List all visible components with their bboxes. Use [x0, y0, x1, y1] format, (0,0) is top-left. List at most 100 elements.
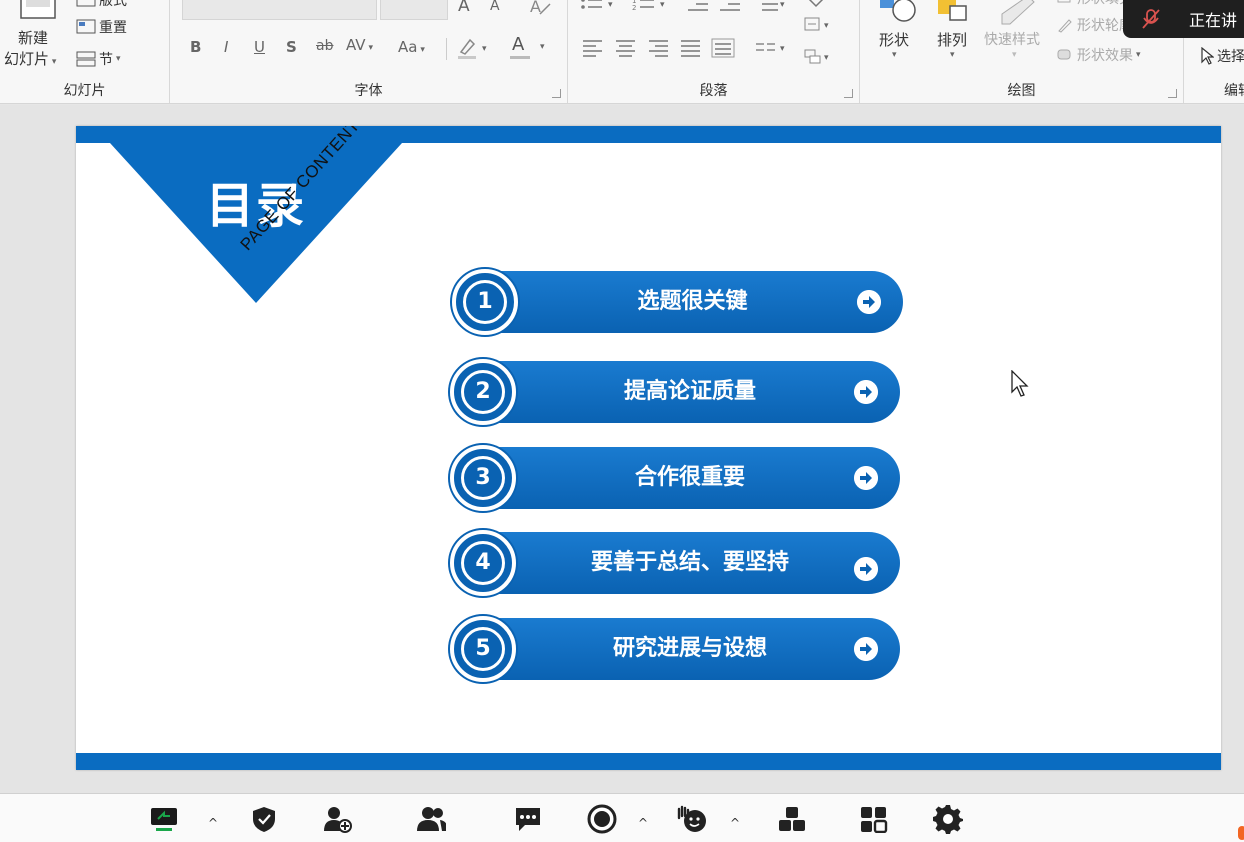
chevron-down-icon: ▾	[49, 57, 57, 67]
whiteboard-icon	[861, 807, 888, 833]
shapes-button[interactable]: 形状 ▾	[874, 0, 920, 70]
shape-effects-icon	[1057, 49, 1071, 60]
toc-item-number-badge: 4	[450, 530, 516, 596]
record-options-caret[interactable]: ^	[638, 816, 648, 830]
svg-text:▾: ▾	[608, 0, 613, 10]
italic-button[interactable]: I	[224, 38, 228, 56]
toc-item-pill: 研究进展与设想	[480, 618, 900, 680]
quick-styles-label: 快速样式	[984, 32, 1040, 48]
quick-styles-button[interactable]: 快速样式 ▾	[984, 0, 1052, 70]
svg-text:2: 2	[632, 4, 636, 12]
toc-item-pill: 合作很重要	[480, 447, 900, 509]
strikethrough-button[interactable]: ab	[316, 38, 333, 54]
chevron-down-icon: ▾	[892, 50, 897, 60]
toc-item-pill: 选题很关键	[482, 271, 903, 333]
highlight-button[interactable]: ▾	[456, 36, 496, 62]
section-label: 节	[99, 52, 113, 68]
settings-button[interactable]	[932, 804, 964, 834]
align-right-icon[interactable]	[648, 39, 670, 57]
chevron-down-icon: ▾	[365, 43, 373, 53]
change-case-button[interactable]: Aa ▾	[398, 38, 425, 56]
character-spacing-button[interactable]: AV ▾	[346, 36, 373, 54]
apps-icon	[779, 807, 805, 831]
svg-text:▾: ▾	[824, 53, 829, 63]
participants-button[interactable]	[414, 804, 446, 834]
whiteboard-button[interactable]	[858, 804, 890, 834]
shrink-font-button[interactable]: A	[490, 0, 500, 14]
paragraph-dialog-launcher[interactable]	[844, 89, 853, 98]
justify-icon[interactable]	[680, 39, 702, 57]
share-screen-icon	[151, 808, 177, 831]
align-center-icon[interactable]	[615, 39, 637, 57]
record-button[interactable]	[586, 804, 618, 834]
reset-button[interactable]: 重置	[76, 17, 127, 37]
chevron-down-icon: ▾	[482, 44, 487, 54]
shape-outline-button[interactable]: 形状轮廓	[1056, 15, 1127, 35]
toc-item[interactable]: 提高论证质量 2	[450, 359, 900, 425]
font-size-box[interactable]	[380, 0, 448, 20]
pointer-icon	[1201, 47, 1214, 65]
toc-item[interactable]: 合作很重要 3	[450, 445, 900, 511]
shadow-button[interactable]: S	[286, 38, 297, 56]
font-color-button[interactable]: A ▾	[510, 34, 554, 62]
highlighter-icon	[458, 38, 476, 59]
slide-top-bar	[76, 126, 1221, 143]
font-color-swatch	[510, 56, 530, 59]
apps-button[interactable]	[776, 804, 808, 834]
toc-item-pill: 提高论证质量	[480, 361, 900, 423]
bullets-icon[interactable]: ▾	[580, 0, 620, 14]
shape-effects-button[interactable]: 形状效果 ▾	[1056, 45, 1141, 65]
distributed-icon[interactable]	[711, 38, 735, 58]
toc-item-label: 合作很重要	[634, 465, 745, 490]
meeting-toolbar: ^ ^ ^	[0, 793, 1244, 842]
shape-fill-button[interactable]: 形状填充	[1056, 0, 1133, 8]
select-button[interactable]: 选择	[1200, 46, 1244, 66]
arrow-right-icon	[854, 557, 878, 581]
reactions-icon	[677, 805, 706, 832]
toc-item-label: 提高论证质量	[623, 379, 756, 404]
decrease-indent-icon[interactable]	[686, 0, 710, 14]
layout-button[interactable]: 版式	[76, 0, 127, 10]
arrange-button[interactable]: 排列 ▾	[932, 0, 978, 70]
share-screen-button[interactable]	[148, 804, 180, 834]
align-text-icon[interactable]: ▾	[802, 16, 836, 34]
line-spacing-icon[interactable]: ▾	[754, 0, 788, 14]
chat-button[interactable]	[512, 804, 544, 834]
spacing-label: AV	[346, 36, 366, 54]
numbering-icon[interactable]: 12 ▾	[632, 0, 672, 14]
align-left-icon[interactable]	[582, 39, 604, 57]
share-options-caret[interactable]: ^	[208, 816, 218, 830]
drawing-dialog-launcher[interactable]	[1168, 89, 1177, 98]
increase-indent-icon[interactable]	[718, 0, 742, 14]
section-button[interactable]: 节 ▾	[76, 49, 121, 69]
toc-item-number-badge: 3	[450, 445, 516, 511]
chevron-down-icon: ▾	[540, 42, 545, 52]
underline-button[interactable]: U	[254, 38, 265, 56]
font-name-box[interactable]	[182, 0, 377, 20]
clear-format-icon[interactable]: A	[528, 0, 552, 16]
pen-outline-icon	[1058, 19, 1072, 33]
slide[interactable]: 目录 PAGE OF CONTENT 选题很关键 1 提高论证质量 2 合作很重…	[76, 126, 1221, 770]
columns-icon[interactable]: ▾	[754, 39, 790, 57]
reactions-options-caret[interactable]: ^	[730, 816, 740, 830]
grow-font-button[interactable]: A	[458, 0, 470, 16]
app-window: 新建 幻灯片 ▾ 版式 重置 节 ▾ 幻灯片 A A A B I U S ab …	[0, 0, 1244, 842]
toc-item[interactable]: 选题很关键 1	[452, 269, 903, 335]
invite-button[interactable]	[322, 804, 354, 834]
text-direction-icon[interactable]	[804, 0, 828, 12]
arrow-right-icon	[854, 380, 878, 404]
reactions-button[interactable]	[676, 804, 708, 834]
smartart-icon[interactable]: ▾	[802, 48, 836, 66]
toc-item[interactable]: 研究进展与设想 5	[450, 616, 900, 682]
security-button[interactable]	[248, 804, 280, 834]
slides-group-label: 幻灯片	[63, 83, 106, 99]
paint-bucket-icon	[1057, 0, 1071, 3]
font-dialog-launcher[interactable]	[552, 89, 561, 98]
new-slide-button[interactable]: 新建 幻灯片 ▾	[4, 0, 68, 74]
invite-icon	[324, 807, 352, 833]
font-group-label: 字体	[354, 83, 383, 99]
toc-item[interactable]: 要善于总结、要坚持 4	[450, 530, 900, 596]
bold-button[interactable]: B	[190, 38, 201, 56]
arrange-label: 排列	[937, 31, 968, 49]
layout-label: 版式	[99, 0, 127, 9]
